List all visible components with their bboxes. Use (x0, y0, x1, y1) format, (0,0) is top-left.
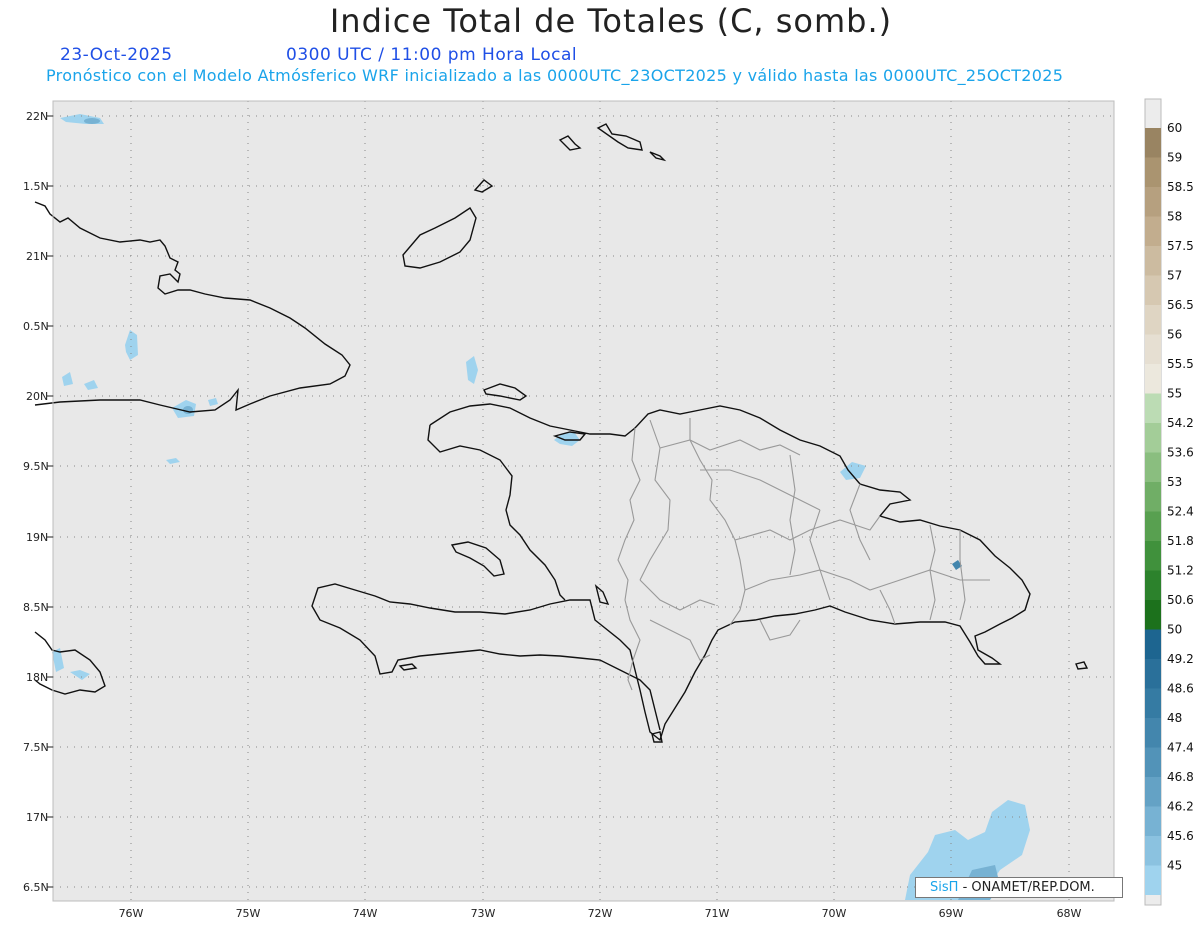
lat-label: 22N (26, 110, 48, 123)
lat-label: 6.5N (23, 881, 49, 894)
colorbar-label: 56 (1167, 328, 1182, 342)
colorbar-swatch (1145, 747, 1161, 777)
colorbar-label: 51.8 (1167, 534, 1194, 548)
colorbar-swatch (1145, 836, 1161, 866)
longitude-labels: 76W 75W 74W 73W 72W 71W 70W 69W 68W (119, 907, 1082, 920)
colorbar-label: 46.2 (1167, 800, 1194, 814)
colorbar-swatch (1145, 659, 1161, 689)
lat-label: 17N (26, 811, 48, 824)
colorbar-label: 46.8 (1167, 770, 1194, 784)
lat-label: 8.5N (23, 601, 49, 614)
colorbar-label: 47.4 (1167, 741, 1194, 755)
colorbar-swatch (1145, 334, 1161, 364)
sis-logo-text: SisΠ (930, 880, 959, 895)
lon-label: 71W (705, 907, 730, 920)
lat-label: 18N (26, 671, 48, 684)
colorbar-swatch (1145, 187, 1161, 217)
colorbar-label: 48 (1167, 711, 1182, 725)
lon-label: 74W (353, 907, 378, 920)
colorbar-swatch (1145, 777, 1161, 807)
colorbar-swatch (1145, 600, 1161, 630)
lon-label: 72W (588, 907, 613, 920)
lat-label: 20N (26, 390, 48, 403)
colorbar-label: 49.2 (1167, 652, 1194, 666)
colorbar-label: 60 (1167, 121, 1182, 135)
colorbar-swatch (1145, 364, 1161, 394)
lon-label: 75W (236, 907, 261, 920)
colorbar-swatch (1145, 806, 1161, 836)
colorbar-swatch (1145, 423, 1161, 453)
credit-text: - ONAMET/REP.DOM. (962, 880, 1095, 895)
colorbar-label: 53.6 (1167, 446, 1194, 460)
colorbar-label: 55.5 (1167, 357, 1194, 371)
colorbar-label: 58.5 (1167, 180, 1194, 194)
lon-label: 70W (822, 907, 847, 920)
colorbar-swatch (1145, 718, 1161, 748)
colorbar-swatch (1145, 570, 1161, 600)
lat-label: 7.5N (23, 741, 49, 754)
map-ocean (53, 101, 1114, 901)
colorbar-swatch (1145, 393, 1161, 423)
lon-label: 69W (939, 907, 964, 920)
credit-box: SisΠ - ONAMET/REP.DOM. (915, 877, 1123, 898)
colorbar-label: 52.4 (1167, 505, 1194, 519)
colorbar-swatch (1145, 157, 1161, 187)
colorbar-swatch (1145, 246, 1161, 276)
colorbar-swatch (1145, 305, 1161, 335)
lat-label: 19N (26, 531, 48, 544)
colorbar-label: 56.5 (1167, 298, 1194, 312)
colorbar-swatch (1145, 128, 1161, 158)
forecast-map: 22N 1.5N 21N 0.5N 20N 9.5N 19N 8.5N 18N … (23, 98, 1194, 920)
lat-label: 9.5N (23, 460, 49, 473)
colorbar-label: 55 (1167, 387, 1182, 401)
colorbar-label: 45.6 (1167, 829, 1194, 843)
colorbar-label: 45 (1167, 859, 1182, 873)
colorbar-swatch (1145, 452, 1161, 482)
lon-label: 76W (119, 907, 144, 920)
colorbar-label: 48.6 (1167, 682, 1194, 696)
colorbar-label: 51.2 (1167, 564, 1194, 578)
colorbar-swatch (1145, 482, 1161, 512)
colorbar-label: 58 (1167, 210, 1182, 224)
colorbar-label: 59 (1167, 151, 1182, 165)
colorbar-swatch (1145, 216, 1161, 246)
colorbar-label: 50.6 (1167, 593, 1194, 607)
lon-label: 73W (471, 907, 496, 920)
latitude-labels: 22N 1.5N 21N 0.5N 20N 9.5N 19N 8.5N 18N … (23, 110, 49, 894)
colorbar-swatch (1145, 541, 1161, 571)
colorbar-swatch (1145, 865, 1161, 895)
colorbar-label: 54.2 (1167, 416, 1194, 430)
lat-label: 21N (26, 250, 48, 263)
lat-label: 1.5N (23, 180, 49, 193)
colorbar-label: 57 (1167, 269, 1182, 283)
colorbar-label: 57.5 (1167, 239, 1194, 253)
lat-tick-marks (47, 115, 53, 888)
lat-label: 0.5N (23, 320, 49, 333)
colorbar-swatch (1145, 629, 1161, 659)
colorbar-swatch (1145, 511, 1161, 541)
colorbar: 60 59 58.5 58 57.5 57 56.5 56 55.5 55 54.2 53.6 53 52… (1144, 98, 1194, 906)
colorbar-label: 50 (1167, 623, 1182, 637)
colorbar-swatch (1145, 275, 1161, 305)
colorbar-label: 53 (1167, 475, 1182, 489)
lon-label: 68W (1057, 907, 1082, 920)
colorbar-swatch (1145, 688, 1161, 718)
